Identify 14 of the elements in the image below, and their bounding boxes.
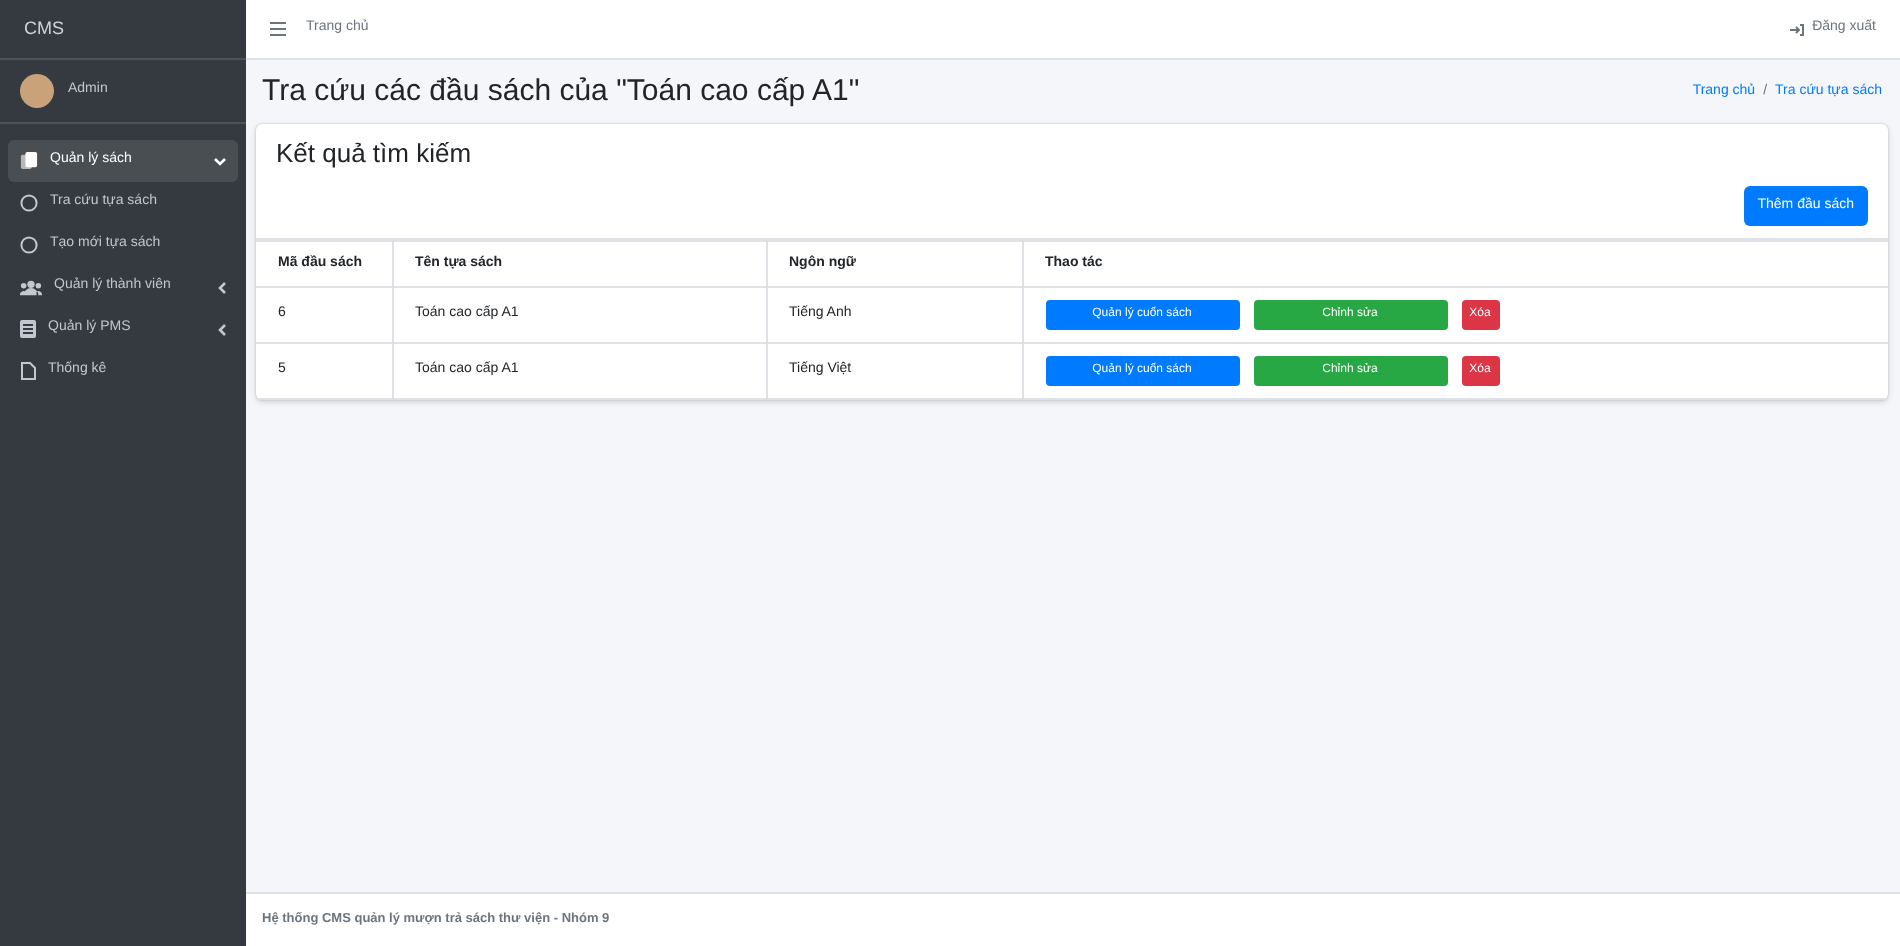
circle-icon (20, 194, 38, 212)
document-icon (20, 320, 36, 338)
file-icon (20, 362, 36, 380)
chevron-left-icon (218, 281, 226, 293)
menu-icon[interactable] (270, 22, 286, 36)
books-icon (20, 152, 38, 170)
avatar (20, 74, 54, 108)
page-title: Tra cứu các đầu sách của "Toán cao cấp A1" (262, 74, 860, 110)
chevron-left-icon (218, 323, 226, 335)
chevron-down-icon (214, 157, 226, 165)
users-icon (20, 279, 42, 295)
sign-out-icon (1790, 23, 1805, 35)
card-title: Kết quả tìm kiếm (276, 138, 474, 170)
circle-icon (20, 236, 38, 254)
